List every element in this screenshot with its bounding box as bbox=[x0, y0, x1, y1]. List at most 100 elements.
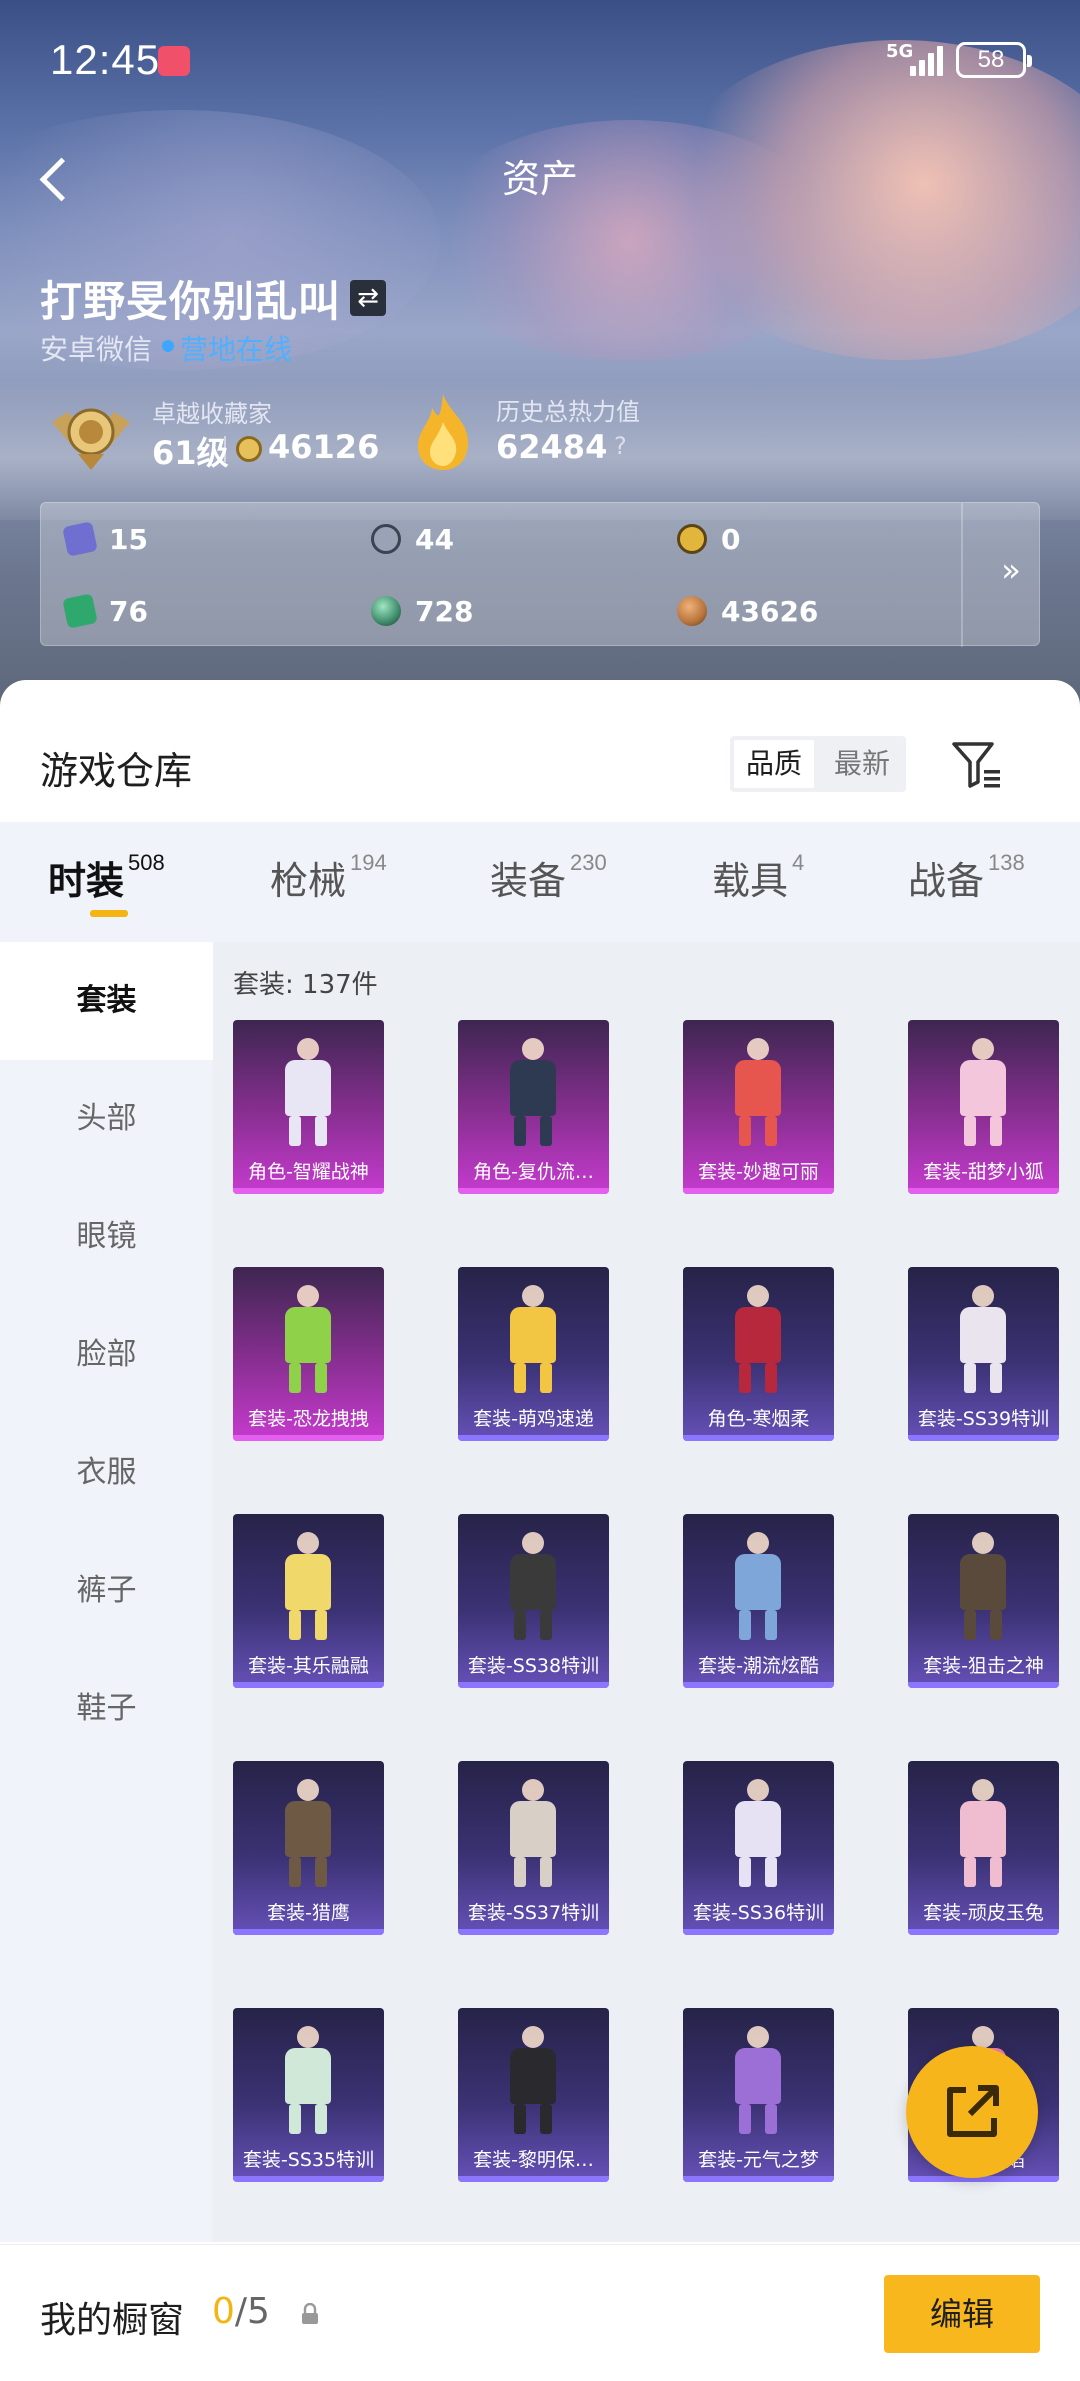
outfit-thumbnail bbox=[271, 1779, 346, 1889]
help-icon[interactable]: ? bbox=[614, 432, 627, 460]
signal-icon bbox=[910, 44, 948, 76]
item-card[interactable]: 套装-其乐融融 bbox=[233, 1514, 384, 1688]
item-name: 套装-萌鸡速递 bbox=[473, 1408, 594, 1430]
notification-icon bbox=[158, 46, 190, 76]
sidebar-item-head[interactable]: 头部 bbox=[0, 1060, 213, 1178]
tab-weapons[interactable]: 枪械 194 bbox=[270, 850, 387, 905]
warehouse-header: 游戏仓库 品质 最新 bbox=[0, 680, 1080, 822]
page-title: 资产 bbox=[501, 157, 578, 201]
item-card[interactable]: 套装-甜梦小狐 bbox=[908, 1020, 1059, 1194]
item-name: 套装-黎明保… bbox=[473, 2149, 594, 2171]
purple-ticket-icon bbox=[62, 521, 98, 557]
item-name: 套装-顽皮玉兔 bbox=[923, 1902, 1044, 1924]
subcategory-sidebar: 套装 头部 眼镜 脸部 衣服 裤子 鞋子 bbox=[0, 942, 213, 2242]
player-level: 61级 bbox=[152, 434, 229, 472]
item-name: 套装-元气之梦 bbox=[698, 2149, 819, 2171]
sort-toggle: 品质 最新 bbox=[730, 736, 906, 792]
outfit-thumbnail bbox=[496, 2026, 571, 2136]
sidebar-item-clothes[interactable]: 衣服 bbox=[0, 1414, 213, 1532]
item-name: 角色-寒烟柔 bbox=[707, 1408, 810, 1430]
currency-panel[interactable]: 15 44 0 76 728 43626 » bbox=[40, 502, 1041, 647]
outfit-thumbnail bbox=[496, 1779, 571, 1889]
tab-supplies[interactable]: 战备 138 bbox=[908, 850, 1025, 905]
item-name: 套装-妙趣可丽 bbox=[698, 1161, 819, 1183]
tab-equipment[interactable]: 装备 230 bbox=[490, 850, 607, 905]
outfit-thumbnail bbox=[721, 1038, 796, 1148]
outfit-thumbnail bbox=[721, 1779, 796, 1889]
item-card[interactable]: 角色-智耀战神 bbox=[233, 1020, 384, 1194]
item-card[interactable]: 套装-SS36特训 bbox=[683, 1761, 834, 1935]
item-card[interactable]: 角色-复仇流… bbox=[458, 1020, 609, 1194]
tab-vehicles[interactable]: 载具 4 bbox=[712, 850, 804, 905]
currency-item: 15 bbox=[62, 519, 148, 559]
gold-coin-icon bbox=[677, 524, 707, 554]
item-card[interactable]: 套装-SS35特训 bbox=[233, 2008, 384, 2182]
heat-value: 62484 bbox=[496, 428, 608, 466]
item-card[interactable]: 套装-SS39特训 bbox=[908, 1267, 1059, 1441]
outfit-thumbnail bbox=[496, 1038, 571, 1148]
item-card[interactable]: 套装-恐龙拽拽 bbox=[233, 1267, 384, 1441]
item-card[interactable]: 套装-狙击之神 bbox=[908, 1514, 1059, 1688]
currency-item: 728 bbox=[371, 591, 473, 631]
lock-icon bbox=[302, 2303, 318, 2324]
item-card[interactable]: 套装-萌鸡速递 bbox=[458, 1267, 609, 1441]
item-card[interactable]: 套装-黎明保… bbox=[458, 2008, 609, 2182]
bronze-coin-icon bbox=[677, 596, 707, 626]
sidebar-item-shoes[interactable]: 鞋子 bbox=[0, 1650, 213, 1768]
currency-item: 76 bbox=[62, 591, 148, 631]
item-card[interactable]: 角色-寒烟柔 bbox=[683, 1267, 834, 1441]
outfit-thumbnail bbox=[496, 1285, 571, 1395]
sidebar-item-pants[interactable]: 裤子 bbox=[0, 1532, 213, 1650]
item-name: 套装-潮流炫酷 bbox=[698, 1655, 819, 1677]
battery-icon: 58 bbox=[956, 42, 1032, 78]
player-name: 打野旻你别乱叫 bbox=[40, 277, 342, 326]
item-card[interactable]: 套装-SS38特训 bbox=[458, 1514, 609, 1688]
share-button[interactable] bbox=[906, 2046, 1038, 2178]
status-time: 12:45 bbox=[50, 36, 161, 83]
outfit-thumbnail bbox=[721, 2026, 796, 2136]
divider bbox=[961, 503, 963, 647]
green-ticket-icon bbox=[62, 593, 98, 629]
item-card[interactable]: 套装-SS37特训 bbox=[458, 1761, 609, 1935]
sort-by-newest[interactable]: 最新 bbox=[818, 736, 906, 792]
green-orb-icon bbox=[371, 596, 401, 626]
sidebar-item-face[interactable]: 脸部 bbox=[0, 1296, 213, 1414]
expand-currencies-icon[interactable]: » bbox=[981, 551, 1041, 589]
tab-fashion[interactable]: 时装 508 bbox=[48, 850, 165, 905]
status-bar: 12:45 5G 58 bbox=[0, 0, 1080, 124]
edit-showcase-button[interactable]: 编辑 bbox=[884, 2275, 1040, 2353]
item-name: 套装-SS38特训 bbox=[467, 1655, 600, 1677]
currency-item: 43626 bbox=[677, 591, 818, 631]
category-tabs: 时装 508 枪械 194 装备 230 载具 4 战备 138 bbox=[0, 822, 1080, 942]
outfit-thumbnail bbox=[271, 1038, 346, 1148]
item-card[interactable]: 套装-妙趣可丽 bbox=[683, 1020, 834, 1194]
item-name: 套装-甜梦小狐 bbox=[923, 1161, 1044, 1183]
outfit-thumbnail bbox=[271, 1285, 346, 1395]
online-status: 营地在线 bbox=[180, 333, 293, 366]
item-card[interactable]: 套装-潮流炫酷 bbox=[683, 1514, 834, 1688]
sort-by-quality[interactable]: 品质 bbox=[734, 740, 814, 788]
filter-icon[interactable] bbox=[950, 740, 1004, 790]
warehouse-title: 游戏仓库 bbox=[40, 749, 193, 793]
item-name: 套装-SS39特训 bbox=[917, 1408, 1050, 1430]
currency-item: 44 bbox=[371, 519, 454, 559]
heat-label: 历史总热力值 bbox=[496, 398, 640, 426]
collection-points: 46126 bbox=[268, 428, 380, 466]
item-card[interactable]: 套装-猎鹰 bbox=[233, 1761, 384, 1935]
active-tab-indicator bbox=[90, 910, 128, 917]
flame-icon bbox=[418, 394, 469, 470]
item-card[interactable]: 套装-顽皮玉兔 bbox=[908, 1761, 1059, 1935]
outfit-thumbnail bbox=[946, 1038, 1021, 1148]
item-count-label: 套装: 137件 bbox=[233, 970, 378, 1000]
item-name: 套装-SS36特训 bbox=[692, 1902, 825, 1924]
item-name: 套装-猎鹰 bbox=[267, 1902, 350, 1924]
sidebar-item-glasses[interactable]: 眼镜 bbox=[0, 1178, 213, 1296]
outfit-thumbnail bbox=[946, 1532, 1021, 1642]
item-card[interactable]: 套装-元气之梦 bbox=[683, 2008, 834, 2182]
sidebar-item-sets[interactable]: 套装 bbox=[0, 942, 213, 1060]
switch-account-icon[interactable]: ⇄ bbox=[350, 280, 386, 316]
item-name: 套装-SS35特训 bbox=[242, 2149, 375, 2171]
currency-item: 0 bbox=[677, 519, 740, 559]
item-name: 角色-复仇流… bbox=[473, 1161, 594, 1183]
showcase-count: 0/5 bbox=[212, 2291, 270, 2332]
